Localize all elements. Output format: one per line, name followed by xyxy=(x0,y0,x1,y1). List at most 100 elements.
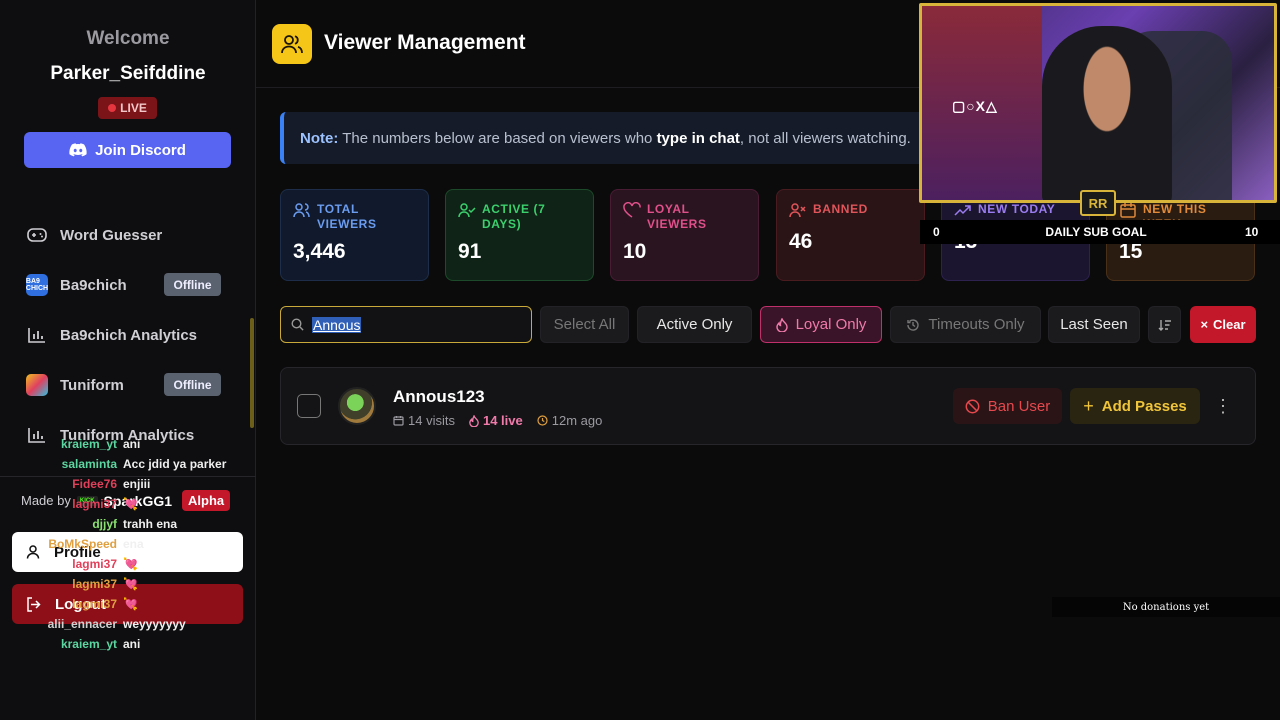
ba9chich-status-badge: Offline xyxy=(164,273,221,296)
logout-button[interactable]: Logout xyxy=(12,584,243,624)
note-label: Note: xyxy=(300,129,339,147)
sidebar-item-label: Ba9chich Analytics xyxy=(60,326,197,344)
flame-icon xyxy=(469,414,479,427)
sidebar: Welcome Parker_Seifddine LIVE Join Disco… xyxy=(0,0,256,720)
user-check-icon xyxy=(458,202,476,222)
sidebar-scrollbar[interactable] xyxy=(250,318,254,428)
donations-widget: No donations yet xyxy=(1052,597,1280,617)
search-input[interactable]: Annous xyxy=(280,306,532,343)
stat-label: BANNED xyxy=(789,202,912,222)
stat-label: NEW TODAY xyxy=(954,202,1077,222)
timeouts-only-button[interactable]: Timeouts Only xyxy=(890,306,1041,343)
goal-max: 10 xyxy=(1245,225,1259,239)
logout-icon xyxy=(27,596,41,612)
plus-icon: + xyxy=(1083,395,1094,416)
last-seen: 12m ago xyxy=(537,413,602,428)
logout-label: Logout xyxy=(55,595,106,613)
stat-value: 10 xyxy=(623,240,647,263)
live-label: LIVE xyxy=(120,101,147,115)
author-name[interactable]: SparkGG1 xyxy=(104,493,172,509)
calendar-icon xyxy=(1119,202,1137,222)
row-checkbox[interactable] xyxy=(297,394,321,418)
sidebar-divider xyxy=(0,476,256,477)
sort-icon xyxy=(1158,319,1171,331)
join-discord-button[interactable]: Join Discord xyxy=(24,132,231,168)
sidebar-item-word-guesser[interactable]: Word Guesser xyxy=(26,221,226,249)
sidebar-item-tuniform-analytics[interactable]: Tuniform Analytics xyxy=(26,421,226,449)
stat-label-text: BANNED xyxy=(813,202,868,216)
discord-label: Join Discord xyxy=(95,141,186,159)
clock-icon xyxy=(537,415,548,426)
stat-value: 3,446 xyxy=(293,240,346,263)
more-options-icon[interactable]: ⋮ xyxy=(1213,396,1233,416)
live-badge: LIVE xyxy=(98,97,157,119)
viewer-name[interactable]: Annous123 xyxy=(393,387,485,407)
welcome-text: Welcome xyxy=(86,28,170,49)
made-by: Made by KICK SparkGG1 Alpha xyxy=(21,490,231,511)
close-icon: × xyxy=(1200,317,1209,332)
live-count: 14 live xyxy=(469,413,523,428)
sidebar-item-label: Word Guesser xyxy=(60,226,163,244)
info-note: Note: The numbers below are based on vie… xyxy=(280,112,980,164)
stat-label: ACTIVE (7 DAYS) xyxy=(458,202,581,232)
viewer-meta: 14 visits 14 live 12m ago xyxy=(393,413,602,428)
sidebar-item-label: Tuniform Analytics xyxy=(60,426,195,444)
note-text-1: The numbers below are based on viewers w… xyxy=(338,129,657,147)
trending-up-icon xyxy=(954,202,972,222)
gamepad-icon xyxy=(26,224,48,246)
made-by-label: Made by xyxy=(21,493,71,508)
goal-label: DAILY SUB GOAL xyxy=(1045,225,1147,239)
stat-label-text: ACTIVE (7 DAYS) xyxy=(482,202,546,231)
users-icon xyxy=(293,202,311,222)
stat-label-text: TOTAL VIEWERS xyxy=(317,202,377,231)
ban-icon xyxy=(965,399,980,413)
table-row[interactable]: Annous123 14 visits 14 live 12m ago Ban … xyxy=(280,367,1256,445)
sort-order-button[interactable] xyxy=(1148,306,1181,343)
stat-label-text: LOYAL VIEWERS xyxy=(647,202,707,231)
playstation-sign: ▢○X△ xyxy=(952,98,998,114)
sidebar-item-label: Tuniform xyxy=(60,376,124,394)
avatar xyxy=(338,387,376,425)
calendar-icon xyxy=(393,416,404,426)
stat-label: LOYAL VIEWERS xyxy=(623,202,746,232)
stat-value: 91 xyxy=(458,240,482,263)
kick-icon: KICK xyxy=(76,495,98,506)
goal-logo: RR xyxy=(1080,190,1116,216)
profile-label: Profile xyxy=(54,543,101,561)
search-icon xyxy=(291,318,304,331)
ban-user-label: Ban User xyxy=(987,397,1051,415)
sidebar-item-label: Ba9chich xyxy=(60,276,127,294)
search-value[interactable]: Annous xyxy=(312,316,362,333)
ba9chich-app-icon: BA9 CHICH xyxy=(26,274,48,296)
sidebar-item-ba9chich-analytics[interactable]: Ba9chich Analytics xyxy=(26,321,226,349)
note-emphasis: type in chat xyxy=(656,129,740,147)
bar-chart-icon xyxy=(26,424,48,446)
history-icon xyxy=(907,318,920,331)
users-icon xyxy=(272,24,312,64)
streamer-image xyxy=(1042,26,1172,200)
flame-icon xyxy=(775,317,788,332)
user-x-icon xyxy=(789,202,807,222)
stat-card-loyal-viewers: LOYAL VIEWERS 10 xyxy=(610,189,759,281)
loyal-only-button[interactable]: Loyal Only xyxy=(760,306,882,343)
sort-select[interactable]: Last Seen xyxy=(1048,306,1140,343)
add-passes-button[interactable]: + Add Passes xyxy=(1070,388,1200,424)
clear-label: Clear xyxy=(1213,317,1246,332)
stat-label-text: NEW TODAY xyxy=(978,202,1056,216)
user-icon xyxy=(26,545,40,559)
bar-chart-icon xyxy=(26,324,48,346)
profile-button[interactable]: Profile xyxy=(12,532,243,572)
active-only-button[interactable]: Active Only xyxy=(637,306,752,343)
tuniform-status-badge: Offline xyxy=(164,373,221,396)
loyal-only-label: Loyal Only xyxy=(795,316,867,333)
select-all-button[interactable]: Select All xyxy=(540,306,629,343)
sub-goal-bar: 0 DAILY SUB GOAL 10 xyxy=(920,220,1280,244)
ban-user-button[interactable]: Ban User xyxy=(953,388,1062,424)
discord-icon xyxy=(69,143,87,157)
stat-label: TOTAL VIEWERS xyxy=(293,202,416,232)
stat-card-active-7-days: ACTIVE (7 DAYS) 91 xyxy=(445,189,594,281)
clear-button[interactable]: × Clear xyxy=(1190,306,1256,343)
username: Parker_Seifddine xyxy=(50,63,206,84)
tuniform-app-icon xyxy=(26,374,48,396)
alpha-badge: Alpha xyxy=(182,490,231,511)
